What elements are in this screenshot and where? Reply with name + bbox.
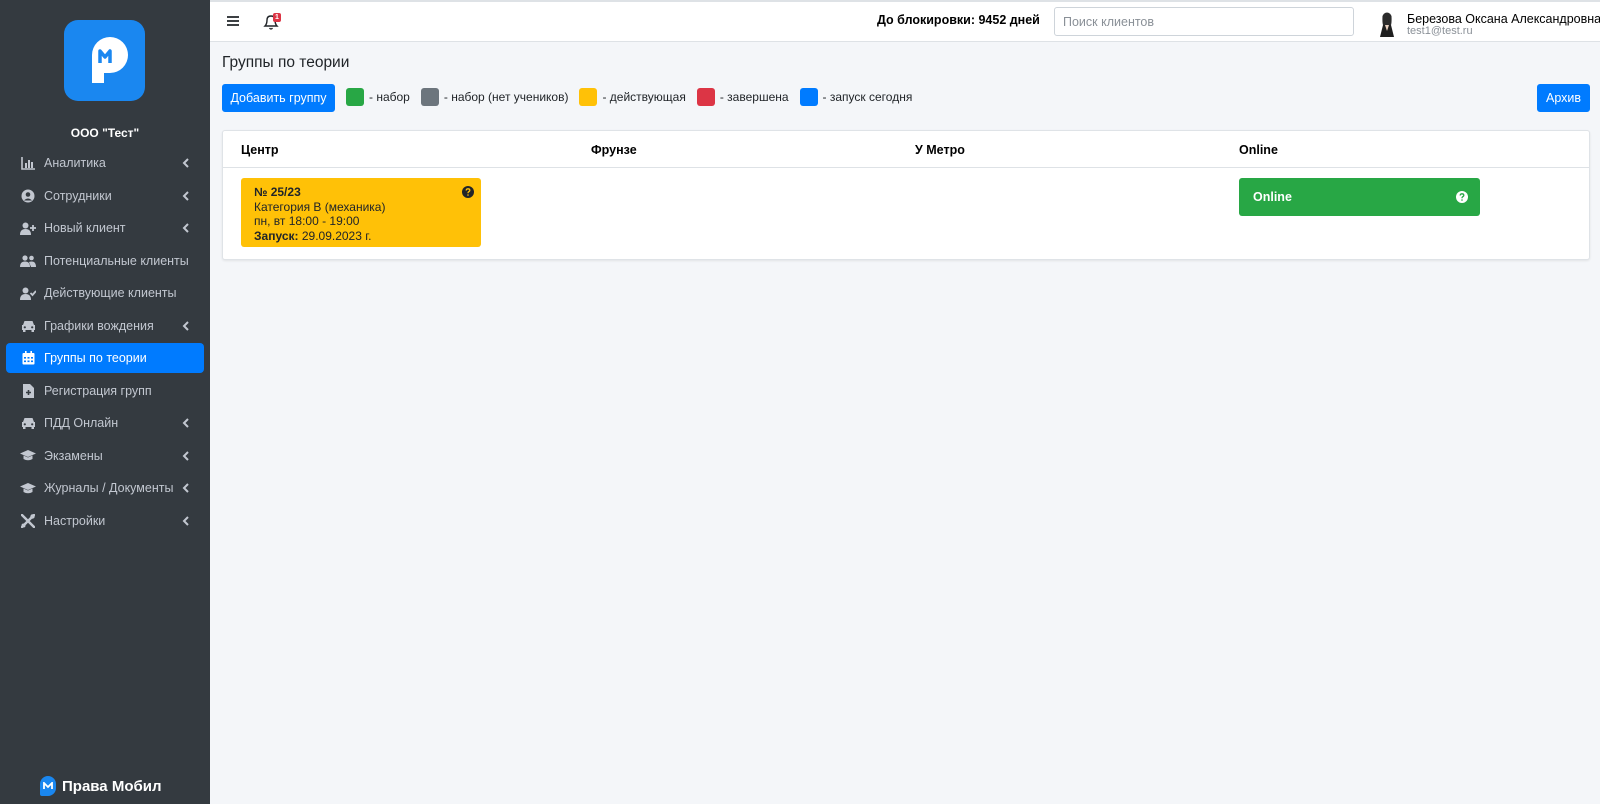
sidebar-item-label: Аналитика (44, 156, 106, 170)
group-card[interactable]: № 25/23 Категория B (механика) пн, вт 18… (241, 178, 481, 247)
group-launch-date: 29.09.2023 г. (301, 228, 372, 243)
legend-item-finished: - завершена (696, 88, 789, 106)
user-circle-icon (20, 188, 36, 204)
legend-swatch (420, 88, 439, 106)
tools-icon (20, 513, 36, 529)
sidebar-item-new-client[interactable]: Новый клиент (6, 213, 204, 243)
car-icon (20, 318, 36, 334)
group-launch-label: Запуск: (254, 228, 299, 243)
add-group-button[interactable]: Добавить группу (222, 84, 335, 112)
sidebar-item-label: Журналы / Документы (44, 481, 174, 495)
search-input[interactable] (1054, 7, 1354, 36)
sidebar-item-label: Регистрация групп (44, 383, 152, 398)
legend-item-recruiting-empty: - набор (нет учеников) (420, 88, 569, 106)
chevron-left-icon (182, 223, 189, 233)
legend-swatch (799, 88, 818, 106)
user-name[interactable]: Березова Оксана Александровна (1407, 12, 1600, 26)
user-plus-icon (20, 220, 36, 236)
legend-label: - завершена (719, 90, 789, 104)
chevron-left-icon (182, 418, 189, 428)
sidebar-item-employees[interactable]: Сотрудники (6, 181, 204, 211)
group-launch: Запуск: 29.09.2023 г. (254, 229, 468, 244)
users-icon (20, 253, 36, 269)
sidebar-item-theory-groups[interactable]: Группы по теории (6, 343, 204, 373)
group-schedule: пн, вт 18:00 - 19:00 (254, 214, 360, 228)
sidebar-item-journals[interactable]: Журналы / Документы (6, 473, 204, 503)
user-email: test1@test.ru (1407, 25, 1473, 37)
file-medical-icon (20, 383, 36, 399)
column-header-frunze: Фрунзе (591, 143, 637, 157)
chevron-left-icon (182, 320, 189, 331)
chevron-left-icon (182, 158, 189, 168)
notification-badge: 1 (273, 13, 281, 22)
chevron-left-icon (182, 450, 189, 461)
online-card-label: Online (1253, 190, 1292, 204)
legend-item-active: - действующая (579, 88, 686, 106)
sidebar-item-driving-schedule[interactable]: Графики вождения (6, 311, 204, 341)
column-header-center: Центр (241, 143, 279, 157)
graduation-cap-icon (20, 448, 36, 464)
sidebar-item-label: ПДД Онлайн (44, 416, 119, 430)
sidebar-item-label: Группы по теории (44, 351, 147, 365)
menu-icon[interactable] (226, 14, 240, 28)
groups-board: Центр Фрунзе У Метро Online № 25/23 Кате… (222, 130, 1590, 260)
legend-item-launch-today: - запуск сегодня (799, 88, 913, 106)
legend-label: - действующая (602, 90, 686, 104)
chevron-left-icon (182, 483, 189, 493)
legend-label: - набор (369, 90, 410, 104)
legend-swatch (579, 88, 598, 106)
chevron-left-icon (182, 190, 189, 201)
sidebar-item-label: Сотрудники (44, 188, 112, 203)
page-title: Группы по теории (222, 54, 350, 71)
sidebar-item-settings[interactable]: Настройки (6, 506, 204, 536)
legend-swatch (696, 88, 715, 106)
brand-name: Права Мобил (62, 777, 162, 795)
car-icon (20, 415, 36, 431)
graduation-cap-icon (20, 480, 36, 496)
sidebar-item-group-registration[interactable]: Регистрация групп (6, 376, 204, 406)
app-logo[interactable] (64, 20, 145, 101)
legend-item-recruiting: - набор (346, 88, 410, 106)
legend-label: - запуск сегодня (822, 90, 913, 104)
sidebar-item-label: Потенциальные клиенты (44, 253, 189, 268)
sidebar-item-pdd-online[interactable]: ПДД Онлайн (6, 408, 204, 438)
user-check-icon (20, 285, 36, 301)
avatar[interactable] (1376, 9, 1398, 37)
question-circle-icon[interactable] (462, 186, 474, 198)
block-countdown: До блокировки: 9452 дней (877, 13, 1040, 27)
brand-footer[interactable]: Права Мобил (40, 776, 162, 796)
column-header-online: Online (1239, 143, 1278, 157)
calendar-icon (20, 350, 36, 366)
sidebar-item-label: Новый клиент (44, 221, 126, 235)
legend-swatch (346, 88, 364, 106)
chevron-left-icon (182, 515, 189, 526)
sidebar-item-potential-clients[interactable]: Потенциальные клиенты (6, 246, 204, 276)
archive-button[interactable]: Архив (1537, 84, 1590, 112)
chart-bar-icon (20, 155, 36, 171)
org-name: ООО "Тест" (70, 126, 140, 140)
sidebar: ООО "Тест" Аналитика Сотрудники Новый кл… (0, 0, 210, 804)
status-legend: - набор - набор (нет учеников) - действу… (346, 88, 923, 106)
group-number: № 25/23 (254, 185, 301, 199)
column-header-metro: У Метро (915, 143, 965, 157)
brand-logo-icon (40, 776, 56, 796)
group-category: Категория B (механика) (254, 199, 386, 214)
legend-label: - набор (нет учеников) (443, 90, 569, 104)
sidebar-item-analytics[interactable]: Аналитика (6, 148, 204, 178)
sidebar-item-label: Настройки (44, 513, 106, 528)
sidebar-item-label: Действующие клиенты (44, 286, 177, 300)
sidebar-item-active-clients[interactable]: Действующие клиенты (6, 278, 204, 308)
topbar: 1 До блокировки: 9452 дней Березова Окса… (210, 0, 1600, 42)
sidebar-item-exams[interactable]: Экзамены (6, 441, 204, 471)
sidebar-item-label: Графики вождения (44, 318, 154, 333)
sidebar-item-label: Экзамены (44, 448, 103, 463)
logo-p-icon (91, 36, 128, 83)
online-group-card[interactable]: Online (1239, 178, 1480, 216)
sidebar-nav: Аналитика Сотрудники Новый клиент Потенц… (6, 148, 204, 538)
question-circle-icon[interactable] (1456, 191, 1468, 203)
board-header: Центр Фрунзе У Метро Online (223, 131, 1589, 168)
